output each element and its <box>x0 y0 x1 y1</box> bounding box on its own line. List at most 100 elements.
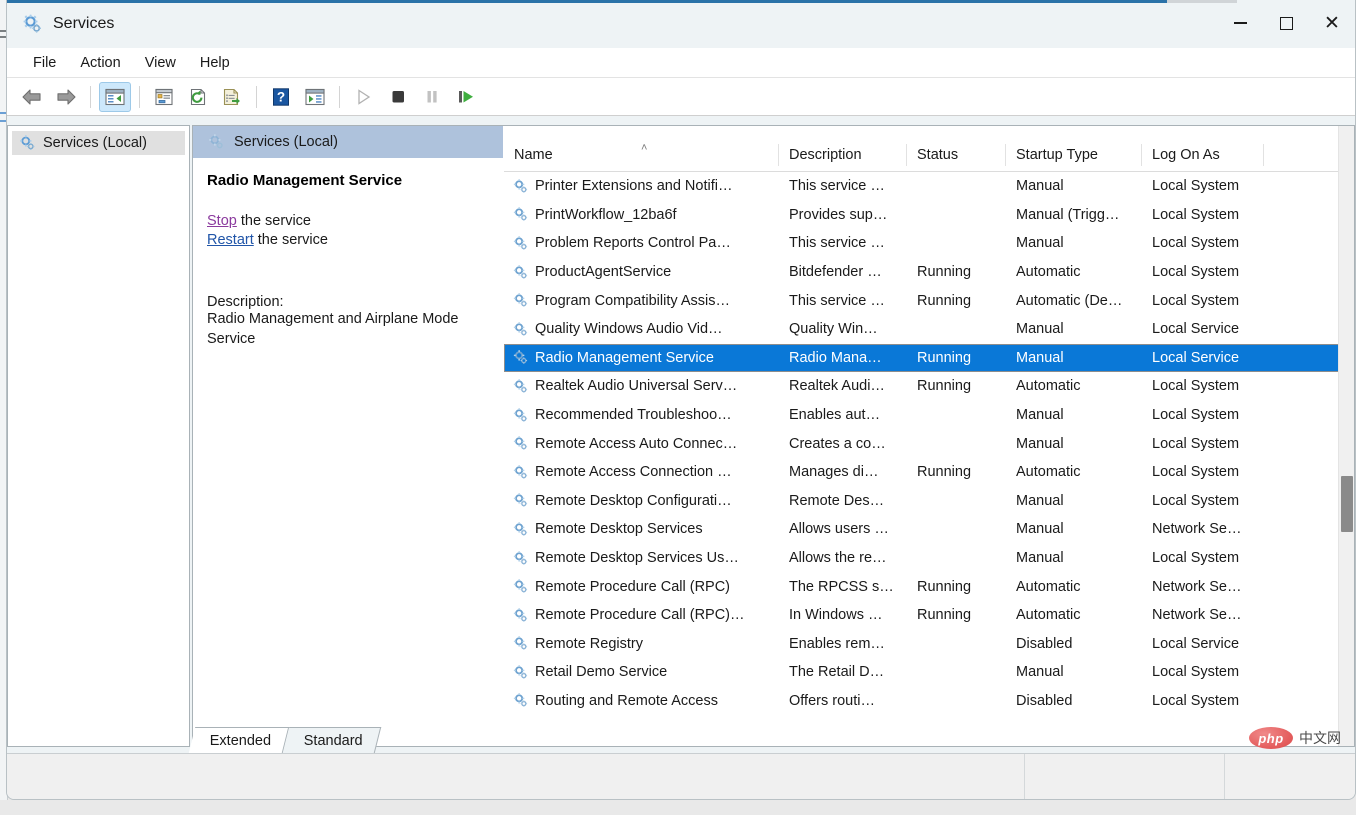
cell-service-name-text: Retail Demo Service <box>535 664 667 680</box>
cell-service-name: Remote Procedure Call (RPC)… <box>504 607 779 624</box>
cell-startup-type: Automatic <box>1006 607 1142 623</box>
description-text: Radio Management and Airplane Mode Servi… <box>207 310 477 349</box>
cell-log-on-as: Local System <box>1142 464 1264 480</box>
arrow-left-icon <box>21 88 43 106</box>
restart-service-button[interactable] <box>450 82 482 112</box>
maximize-button[interactable] <box>1263 0 1309 46</box>
table-row[interactable]: Remote Procedure Call (RPC)…In Windows …… <box>504 601 1354 630</box>
cell-description: Enables rem… <box>779 636 907 652</box>
tab-standard[interactable]: Standard <box>283 727 381 753</box>
restart-play-icon <box>457 88 475 106</box>
table-row[interactable]: Routing and Remote AccessOffers routi…Di… <box>504 687 1354 716</box>
table-row[interactable]: Remote Desktop ServicesAllows users …Man… <box>504 515 1354 544</box>
cell-startup-type: Manual <box>1006 493 1142 509</box>
cell-startup-type: Disabled <box>1006 693 1142 709</box>
stop-square-icon <box>390 88 406 106</box>
tab-extended[interactable]: Extended <box>189 727 290 753</box>
cell-service-name: Routing and Remote Access <box>504 692 779 709</box>
cell-description: Creates a co… <box>779 436 907 452</box>
refresh-button[interactable] <box>182 82 214 112</box>
sidebar-item-label: Services (Local) <box>43 135 147 151</box>
menu-help[interactable]: Help <box>188 52 242 74</box>
table-row[interactable]: Quality Windows Audio Vid…Quality Win…Ma… <box>504 315 1354 344</box>
export-list-button[interactable] <box>216 82 248 112</box>
services-gear-icon <box>512 692 529 709</box>
table-row[interactable]: Remote Desktop Services Us…Allows the re… <box>504 544 1354 573</box>
main-body: Services (Local) <box>7 119 1355 753</box>
forward-button[interactable] <box>50 82 82 112</box>
cell-log-on-as: Local Service <box>1142 350 1264 366</box>
show-hide-console-tree-button[interactable] <box>99 82 131 112</box>
services-gear-icon <box>21 13 43 35</box>
table-row[interactable]: Recommended Troubleshoo…Enables aut…Manu… <box>504 401 1354 430</box>
cell-description: Bitdefender … <box>779 264 907 280</box>
services-gear-icon <box>512 607 529 624</box>
table-row[interactable]: Retail Demo ServiceThe Retail D…ManualLo… <box>504 658 1354 687</box>
stop-service-action: Stop the service <box>207 213 489 229</box>
services-gear-icon <box>512 464 529 481</box>
cell-startup-type: Automatic <box>1006 464 1142 480</box>
menu-file[interactable]: File <box>21 52 68 74</box>
table-row[interactable]: ProductAgentServiceBitdefender …RunningA… <box>504 258 1354 287</box>
restart-service-suffix: the service <box>254 232 328 248</box>
table-row[interactable]: Remote Access Connection …Manages di…Run… <box>504 458 1354 487</box>
table-row[interactable]: Program Compatibility Assis…This service… <box>504 286 1354 315</box>
table-row[interactable]: Remote Procedure Call (RPC)The RPCSS s…R… <box>504 572 1354 601</box>
restart-service-link[interactable]: Restart <box>207 232 254 248</box>
cell-startup-type: Manual <box>1006 407 1142 423</box>
back-button[interactable] <box>16 82 48 112</box>
table-row[interactable]: Problem Reports Control Pa…This service … <box>504 229 1354 258</box>
results-pane: Services (Local) Radio Management Servic… <box>192 125 1355 747</box>
cell-description: Enables aut… <box>779 407 907 423</box>
table-row[interactable]: Remote Access Auto Connec…Creates a co…M… <box>504 429 1354 458</box>
cell-service-name: Remote Desktop Services <box>504 521 779 538</box>
help-button[interactable]: ? <box>265 82 297 112</box>
table-row[interactable]: Printer Extensions and Notifi…This servi… <box>504 172 1354 201</box>
cell-status: Running <box>907 579 1006 595</box>
table-row[interactable]: Radio Management ServiceRadio Mana…Runni… <box>504 344 1354 373</box>
scrollbar-thumb[interactable] <box>1341 476 1353 532</box>
cell-service-name-text: Routing and Remote Access <box>535 693 718 709</box>
cell-log-on-as: Local System <box>1142 378 1264 394</box>
start-service-button <box>348 82 380 112</box>
toolbar-separator <box>256 86 257 108</box>
list-vertical-scrollbar[interactable] <box>1338 126 1354 746</box>
services-gear-icon <box>512 578 529 595</box>
cell-log-on-as: Local Service <box>1142 321 1264 337</box>
cell-log-on-as: Local System <box>1142 178 1264 194</box>
stop-service-link[interactable]: Stop <box>207 213 237 229</box>
table-row[interactable]: Realtek Audio Universal Serv…Realtek Aud… <box>504 372 1354 401</box>
column-startup-type[interactable]: Startup Type <box>1006 144 1142 166</box>
column-status[interactable]: Status <box>907 144 1006 166</box>
cell-service-name: Remote Access Connection … <box>504 464 779 481</box>
close-button[interactable]: ✕ <box>1309 0 1355 46</box>
show-action-pane-button[interactable] <box>299 82 331 112</box>
menu-action[interactable]: Action <box>68 52 132 74</box>
services-gear-icon <box>512 264 529 281</box>
cell-log-on-as: Local System <box>1142 493 1264 509</box>
cell-service-name: Realtek Audio Universal Serv… <box>504 378 779 395</box>
menu-view[interactable]: View <box>133 52 188 74</box>
cell-service-name-text: Realtek Audio Universal Serv… <box>535 378 737 394</box>
cell-description: This service … <box>779 178 907 194</box>
table-row[interactable]: Remote Desktop Configurati…Remote Des…Ma… <box>504 487 1354 516</box>
cell-log-on-as: Local Service <box>1142 636 1264 652</box>
cell-log-on-as: Network Se… <box>1142 521 1264 537</box>
cell-description: Quality Win… <box>779 321 907 337</box>
column-description[interactable]: Description <box>779 144 907 166</box>
table-row[interactable]: Remote RegistryEnables rem…DisabledLocal… <box>504 630 1354 659</box>
sidebar-item-services-local[interactable]: Services (Local) <box>12 131 185 155</box>
cell-startup-type: Disabled <box>1006 636 1142 652</box>
cell-service-name: Remote Desktop Services Us… <box>504 550 779 567</box>
cell-startup-type: Automatic (De… <box>1006 293 1142 309</box>
table-row[interactable]: PrintWorkflow_12ba6fProvides sup…Manual … <box>504 201 1354 230</box>
cell-service-name: Remote Procedure Call (RPC) <box>504 578 779 595</box>
column-log-on-as[interactable]: Log On As <box>1142 144 1264 166</box>
properties-button[interactable] <box>148 82 180 112</box>
tab-extended-label: Extended <box>210 733 271 749</box>
column-spacer[interactable] <box>1264 144 1324 166</box>
minimize-button[interactable] <box>1217 0 1263 46</box>
console-tree-pane: Services (Local) <box>7 125 190 747</box>
cell-startup-type: Manual <box>1006 664 1142 680</box>
stop-service-button[interactable] <box>382 82 414 112</box>
